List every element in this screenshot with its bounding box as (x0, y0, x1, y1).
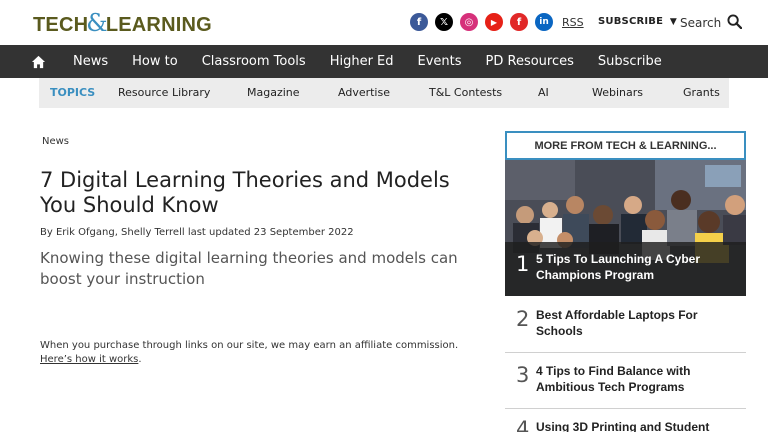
x-icon[interactable]: 𝕏 (435, 13, 453, 31)
rank-number: 1 (516, 252, 530, 276)
nav-item-subscribe[interactable]: Subscribe (598, 54, 662, 69)
nav-item-how-to[interactable]: How to (132, 54, 178, 69)
featured-item-1[interactable]: 1 5 Tips To Launching A Cyber Champions … (505, 160, 746, 296)
byline: By Erik Ofgang, Shelly Terrell last upda… (40, 227, 354, 238)
nav-item-pd-resources[interactable]: PD Resources (486, 54, 574, 69)
nav-item-news[interactable]: News (73, 54, 108, 69)
topic-magazine[interactable]: Magazine (247, 86, 300, 99)
youtube-icon[interactable]: ▶ (485, 13, 503, 31)
topic-ai[interactable]: AI (538, 86, 549, 99)
topic-advertise[interactable]: Advertise (338, 86, 390, 99)
search-icon (727, 14, 743, 32)
nav-item-events[interactable]: Events (418, 54, 462, 69)
subscribe-dropdown[interactable]: SUBSCRIBE ▼ (598, 16, 677, 27)
rank-number: 3 (516, 363, 530, 387)
facebook-icon[interactable]: f (410, 13, 428, 31)
rank-number: 2 (516, 307, 530, 331)
list-item-title: 4 Tips to Find Balance with Ambitious Te… (536, 364, 691, 394)
more-from-label: MORE FROM TECH & LEARNING... (534, 139, 717, 152)
flipboard-icon[interactable]: f (510, 13, 528, 31)
logo-text-learning: LEARNING (105, 14, 212, 36)
search-button[interactable]: Search (680, 14, 743, 32)
instagram-icon[interactable]: ◎ (460, 13, 478, 31)
rss-link[interactable]: RSS (562, 16, 584, 29)
divider (505, 352, 746, 353)
social-links: f 𝕏 ◎ ▶ f in RSS (410, 13, 584, 31)
list-item-title: Using 3D Printing and Student (536, 420, 710, 432)
list-item-title: Best Affordable Laptops For Schools (536, 308, 698, 338)
subscribe-label: SUBSCRIBE (598, 16, 664, 27)
site-logo[interactable]: TECH&LEARNING (33, 9, 212, 37)
home-icon[interactable] (31, 55, 51, 69)
page-title: 7 Digital Learning Theories and Models Y… (40, 168, 450, 217)
more-from-heading: MORE FROM TECH & LEARNING... (505, 131, 746, 160)
breadcrumb[interactable]: News (42, 136, 69, 147)
topic-webinars[interactable]: Webinars (592, 86, 643, 99)
article-standfirst: Knowing these digital learning theories … (40, 249, 458, 288)
affiliate-text: When you purchase through links on our s… (40, 340, 459, 351)
search-label: Search (680, 16, 722, 30)
rank-number: 4 (516, 417, 530, 432)
topic-grants[interactable]: Grants (683, 86, 720, 99)
topics-bar: TOPICS Resource Library Magazine Adverti… (39, 78, 729, 108)
site-header: TECH&LEARNING f 𝕏 ◎ ▶ f in RSS SUBSCRIBE… (0, 0, 768, 45)
featured-title: 5 Tips To Launching A Cyber Champions Pr… (536, 252, 701, 282)
topic-tl-contests[interactable]: T&L Contests (429, 86, 502, 99)
logo-text-tech: TECH (33, 14, 89, 36)
linkedin-icon[interactable]: in (535, 13, 553, 31)
logo-ampersand: & (86, 9, 108, 37)
topic-resource-library[interactable]: Resource Library (118, 86, 210, 99)
divider (505, 408, 746, 409)
nav-item-classroom-tools[interactable]: Classroom Tools (202, 54, 306, 69)
affiliate-end: . (138, 354, 142, 365)
caret-down-icon: ▼ (669, 17, 677, 27)
affiliate-link[interactable]: Here’s how it works (40, 354, 138, 365)
nav-item-higher-ed[interactable]: Higher Ed (330, 54, 394, 69)
main-nav: News How to Classroom Tools Higher Ed Ev… (0, 45, 768, 78)
affiliate-disclosure: When you purchase through links on our s… (40, 339, 490, 367)
topics-label: TOPICS (50, 86, 96, 99)
